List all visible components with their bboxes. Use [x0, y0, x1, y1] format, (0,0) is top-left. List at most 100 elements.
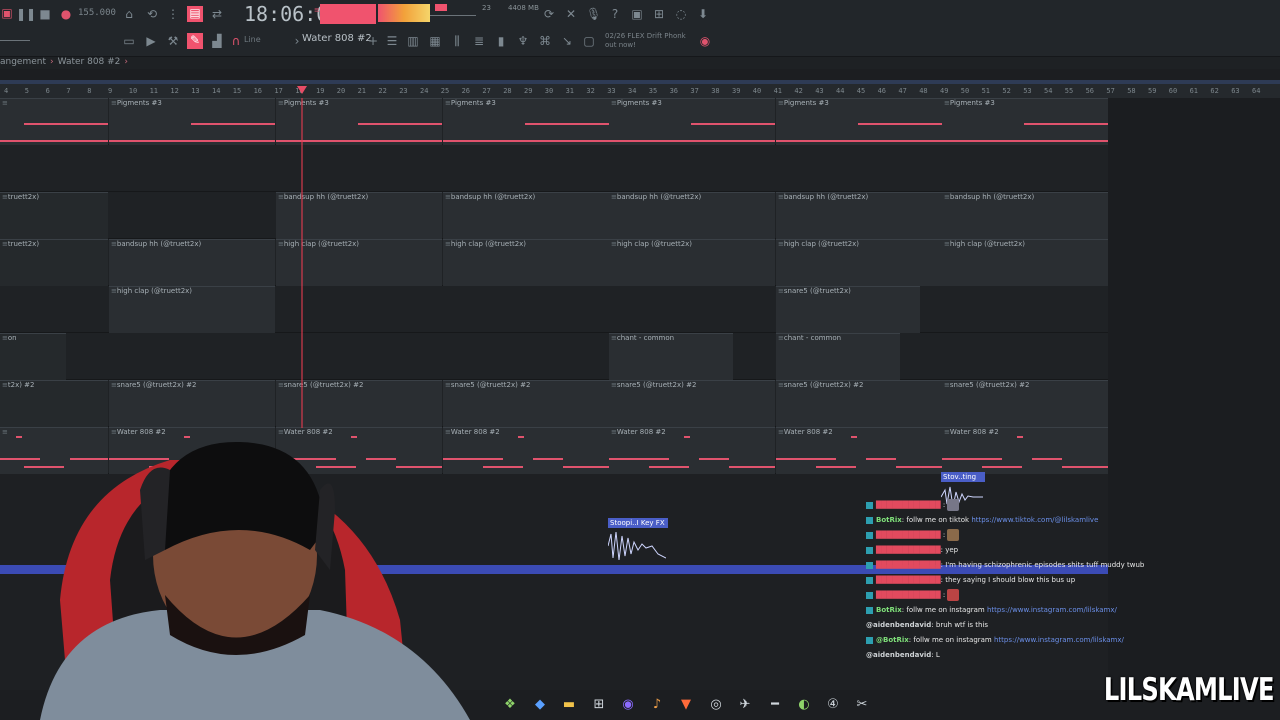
pattern-clip[interactable]: bandsup hh (@truett2x) — [109, 239, 275, 286]
mixer-window-icon[interactable]: ⫼ — [450, 34, 464, 48]
pattern-clip[interactable]: high clap (@truett2x) — [109, 286, 275, 333]
draw-tool-button[interactable]: ✎ — [187, 33, 203, 49]
capcut-icon[interactable]: ✂ — [854, 697, 870, 713]
pattern-clip[interactable]: high clap (@truett2x) — [443, 239, 609, 286]
pattern-clip[interactable]: bandsup hh (@truett2x) — [609, 192, 775, 239]
pattern-clip[interactable]: Pigments #3 — [942, 98, 1108, 145]
pattern-clip[interactable]: Water 808 #2 — [609, 427, 775, 474]
pattern-clip[interactable]: Water 808 #2 — [776, 427, 942, 474]
save-icon[interactable]: ▣ — [630, 7, 644, 21]
game-icon[interactable]: ◐ — [796, 697, 812, 713]
app-icon[interactable]: ━ — [767, 697, 783, 713]
pause-button[interactable]: ❚❚ — [16, 7, 36, 21]
pattern-clip[interactable]: Pigments #3 — [443, 98, 609, 145]
pattern-selector[interactable]: Water 808 #2 — [302, 33, 372, 44]
playhead-marker-icon[interactable] — [297, 86, 307, 94]
store-icon[interactable]: ⊞ — [591, 697, 607, 713]
pattern-clip[interactable]: Pigments #3 — [609, 98, 775, 145]
panic-icon[interactable]: ✕ — [564, 7, 578, 21]
chat-link[interactable]: https://www.instagram.com/lilskamx/ — [987, 606, 1117, 614]
pattern-clip[interactable]: t2x) #2 — [0, 380, 108, 427]
playlist-track-lane[interactable] — [0, 333, 1108, 380]
magnet-icon[interactable]: ∩ — [229, 34, 243, 48]
pattern-clip[interactable]: snare5 (@truett2x) #2 — [109, 380, 275, 427]
touch-keyboard-icon[interactable]: ↘ — [560, 34, 574, 48]
pattern-clip[interactable]: bandsup hh (@truett2x) — [776, 192, 942, 239]
record-options-icon[interactable]: ▢ — [582, 34, 596, 48]
steam-icon[interactable]: ✈ — [737, 697, 753, 713]
chat-icon[interactable]: ◌ — [674, 7, 688, 21]
play-arrow-icon[interactable]: ▶ — [144, 34, 158, 48]
pattern-clip[interactable]: chant - common — [776, 333, 900, 380]
pattern-clip[interactable]: snare5 (@truett2x) #2 — [942, 380, 1108, 427]
master-volume-slider[interactable] — [430, 15, 476, 16]
snap-selector[interactable]: Line — [244, 35, 261, 44]
pattern-clip[interactable]: truett2x) — [0, 192, 108, 239]
playlist-icon[interactable]: ☰ — [385, 34, 399, 48]
main-pitch-slider[interactable] — [0, 40, 30, 41]
paint-tool-icon[interactable]: ▟ — [210, 34, 224, 48]
pattern-clip[interactable]: snare5 (@truett2x) #2 — [776, 380, 942, 427]
record-button[interactable]: ● — [59, 7, 73, 21]
pattern-clip[interactable]: Pigments #3 — [109, 98, 275, 145]
loop-record-icon[interactable]: ⟲ — [145, 7, 159, 21]
app-logo-icon[interactable]: ▣ — [0, 6, 14, 20]
audio-clip-stoopi-label[interactable]: Stoopi..I Key FX — [608, 518, 668, 528]
widgets-icon[interactable]: ❖ — [502, 697, 518, 713]
tag-icon[interactable]: ⌘ — [538, 34, 552, 48]
pattern-clip[interactable]: high clap (@truett2x) — [609, 239, 775, 286]
breadcrumb-pattern[interactable]: Water 808 #2 — [58, 57, 121, 67]
pattern-clip[interactable]: Water 808 #2 — [942, 427, 1108, 474]
chat-badge-icon — [866, 576, 873, 584]
stamp-icon[interactable]: ⚒ — [166, 34, 180, 48]
pattern-clip[interactable]: truett2x) — [0, 239, 108, 286]
pattern-clip[interactable]: bandsup hh (@truett2x) — [942, 192, 1108, 239]
pattern-clip[interactable]: snare5 (@truett2x) #2 — [609, 380, 775, 427]
countdown-icon[interactable]: ⇄ — [210, 7, 224, 21]
chat-username: @aidenbendavid — [866, 651, 932, 659]
mixer-icon[interactable]: ⊞ — [652, 7, 666, 21]
plus-icon[interactable]: + — [366, 34, 380, 48]
pattern-clip[interactable]: high clap (@truett2x) — [942, 239, 1108, 286]
obs-icon[interactable]: ◎ — [708, 697, 724, 713]
microphone-icon[interactable]: 🎙 — [586, 7, 601, 21]
help-icon[interactable]: ? — [608, 7, 622, 21]
playlist-track-lane[interactable] — [0, 145, 1108, 192]
tempo-display[interactable]: 155.000 — [78, 8, 116, 18]
refresh-icon[interactable]: ⟳ — [542, 7, 556, 21]
piano-roll-window-icon[interactable]: ▥ — [406, 34, 420, 48]
pattern-clip[interactable]: on — [0, 333, 66, 380]
brave-browser-icon[interactable]: ▼ — [678, 697, 694, 713]
audio-clip-stov-label[interactable]: Stov..ting — [941, 472, 985, 482]
capture-4k-icon[interactable]: ④ — [825, 697, 841, 713]
channel-rack-icon[interactable]: ▦ — [428, 34, 442, 48]
pattern-clip[interactable]: chant - common — [609, 333, 733, 380]
pattern-clip[interactable]: high clap (@truett2x) — [776, 239, 942, 286]
audio-clip-stoopi-waveform[interactable] — [607, 528, 667, 564]
pattern-clip[interactable]: bandsup hh (@truett2x) — [443, 192, 609, 239]
metronome-icon[interactable]: ⌂ — [122, 7, 136, 21]
news-panel[interactable]: 02/26 FLEX Drift Phonk out now! — [605, 32, 686, 50]
piano-roll-icon[interactable]: ▭ — [122, 34, 136, 48]
step-edit-icon[interactable]: ⋮ — [166, 7, 180, 21]
plugin-icon[interactable]: ♆ — [516, 34, 530, 48]
chat-link[interactable]: https://www.tiktok.com/@lilskamlive — [971, 516, 1098, 524]
pattern-clip[interactable]: snare5 (@truett2x) — [776, 286, 920, 333]
copilot-icon[interactable]: ◆ — [532, 697, 548, 713]
chat-link[interactable]: https://www.instagram.com/lilskamx/ — [994, 636, 1124, 644]
fl-studio-icon[interactable]: ♪ — [649, 697, 665, 713]
timeline-ruler[interactable]: 4 5 6 7 8 9 10 11 12 13 14 15 16 17 18 19 20 21 22 23 24 25 26… — [0, 84, 1280, 99]
ruler-tick-label: 20 — [336, 87, 346, 95]
pattern-clip[interactable] — [0, 98, 108, 145]
sliders-icon[interactable]: ≣ — [472, 34, 486, 48]
stop-button[interactable]: ■ — [38, 7, 52, 21]
file-explorer-icon[interactable]: ▬ — [561, 697, 577, 713]
discord-icon[interactable]: ◉ — [620, 697, 636, 713]
news-icon[interactable]: ◉ — [698, 34, 712, 48]
breadcrumb-arrangement[interactable]: angement — [0, 57, 46, 67]
pattern-song-toggle[interactable]: ▤ — [187, 6, 203, 22]
pattern-clip[interactable]: Pigments #3 — [776, 98, 942, 145]
download-icon[interactable]: ⬇ — [696, 7, 710, 21]
browser-icon[interactable]: ▮ — [494, 34, 508, 48]
pattern-clip[interactable]: snare5 (@truett2x) #2 — [443, 380, 609, 427]
